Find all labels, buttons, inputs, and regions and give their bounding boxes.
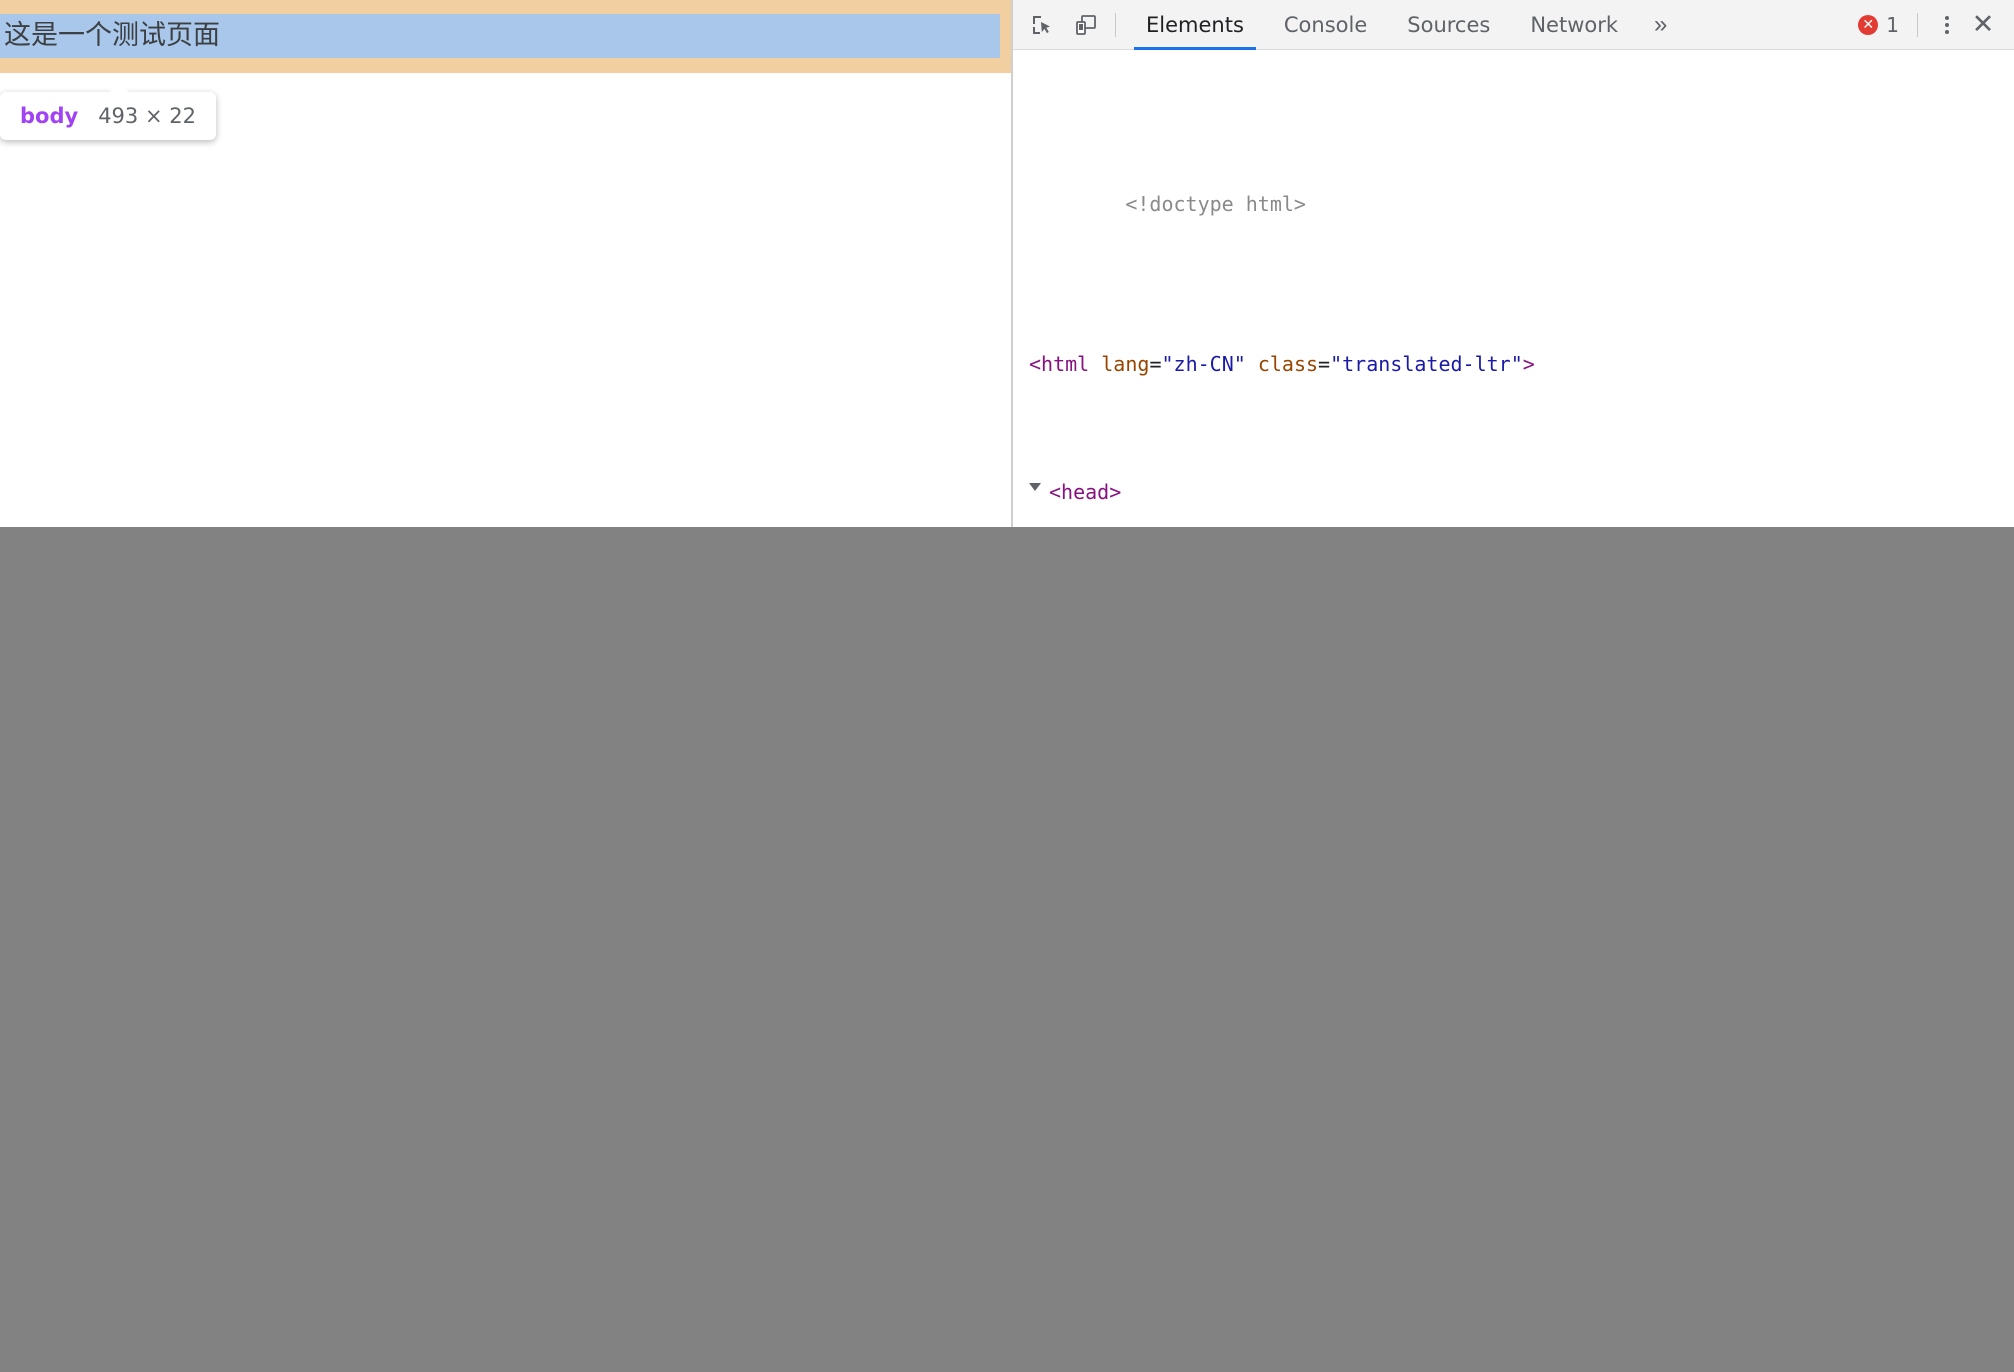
more-tabs-button[interactable]: » [1638, 0, 1683, 50]
dom-line-html[interactable]: <html lang="zh-CN" class="translated-ltr… [1013, 348, 2014, 380]
page-heading-text: 这是一个测试页面 [4, 20, 220, 51]
toolbar-divider [1115, 12, 1116, 37]
tooltip-tag-name: body [20, 104, 79, 128]
html-class-attr-name: class [1257, 352, 1319, 376]
html-lang-attr-name: lang [1101, 352, 1150, 376]
tab-console[interactable]: Console [1264, 0, 1387, 50]
device-toolbar-button[interactable] [1067, 6, 1105, 44]
devtools-tab-bar: Elements Console Sources Network » [1126, 0, 1683, 50]
inspect-element-icon [1033, 15, 1050, 34]
html-close-bracket: > [1522, 352, 1535, 376]
tab-sources-label: Sources [1407, 12, 1491, 37]
doctype-text: <!doctype html> [1125, 192, 1306, 216]
error-circle-icon: ✕ [1858, 14, 1879, 35]
devtools-toolbar: Elements Console Sources Network » ✕ 1 ✕ [1013, 0, 2014, 50]
tab-elements[interactable]: Elements [1126, 0, 1264, 50]
device-toolbar-icon [1076, 14, 1096, 35]
inspected-page-viewport: 这是一个测试页面 body 493 × 22 [0, 0, 1012, 527]
dom-line-doctype[interactable]: <!doctype html> [1013, 156, 2014, 252]
html-class-attr-value: "translated-ltr" [1330, 352, 1523, 376]
inspect-element-button[interactable] [1023, 6, 1061, 44]
head-open-tag: <head> [1049, 480, 1122, 504]
html-lang-attr-value: "zh-CN" [1161, 352, 1246, 376]
screen-background-overlay [0, 527, 2014, 1372]
tab-network[interactable]: Network [1510, 0, 1638, 50]
kebab-menu-icon[interactable] [1930, 8, 1964, 42]
toolbar-right-group: ✕ 1 ✕ [1858, 6, 2014, 44]
dom-tree: <!doctype html> <html lang="zh-CN" class… [1013, 50, 2014, 527]
close-icon[interactable]: ✕ [1964, 6, 2002, 44]
tab-sources[interactable]: Sources [1387, 0, 1510, 50]
screen-root: 这是一个测试页面 body 493 × 22 Elements Console … [0, 0, 2014, 1372]
tooltip-dimensions: 493 × 22 [98, 104, 196, 128]
html-open-tag: <html [1029, 352, 1090, 376]
tab-network-label: Network [1530, 12, 1619, 37]
tab-elements-label: Elements [1146, 12, 1244, 37]
error-count-badge[interactable]: ✕ 1 [1858, 13, 1899, 37]
error-count-label: 1 [1886, 12, 1899, 37]
chevron-double-right-icon: » [1654, 10, 1668, 38]
devtools-panel: Elements Console Sources Network » ✕ 1 ✕… [1013, 0, 2014, 527]
expand-arrow-head-icon[interactable] [1029, 483, 1041, 496]
dom-line-head[interactable]: <head> [1013, 476, 2014, 508]
element-highlight-tooltip: body 493 × 22 [0, 83, 216, 140]
tab-console-label: Console [1283, 12, 1368, 37]
toolbar-divider-right [1917, 12, 1918, 37]
